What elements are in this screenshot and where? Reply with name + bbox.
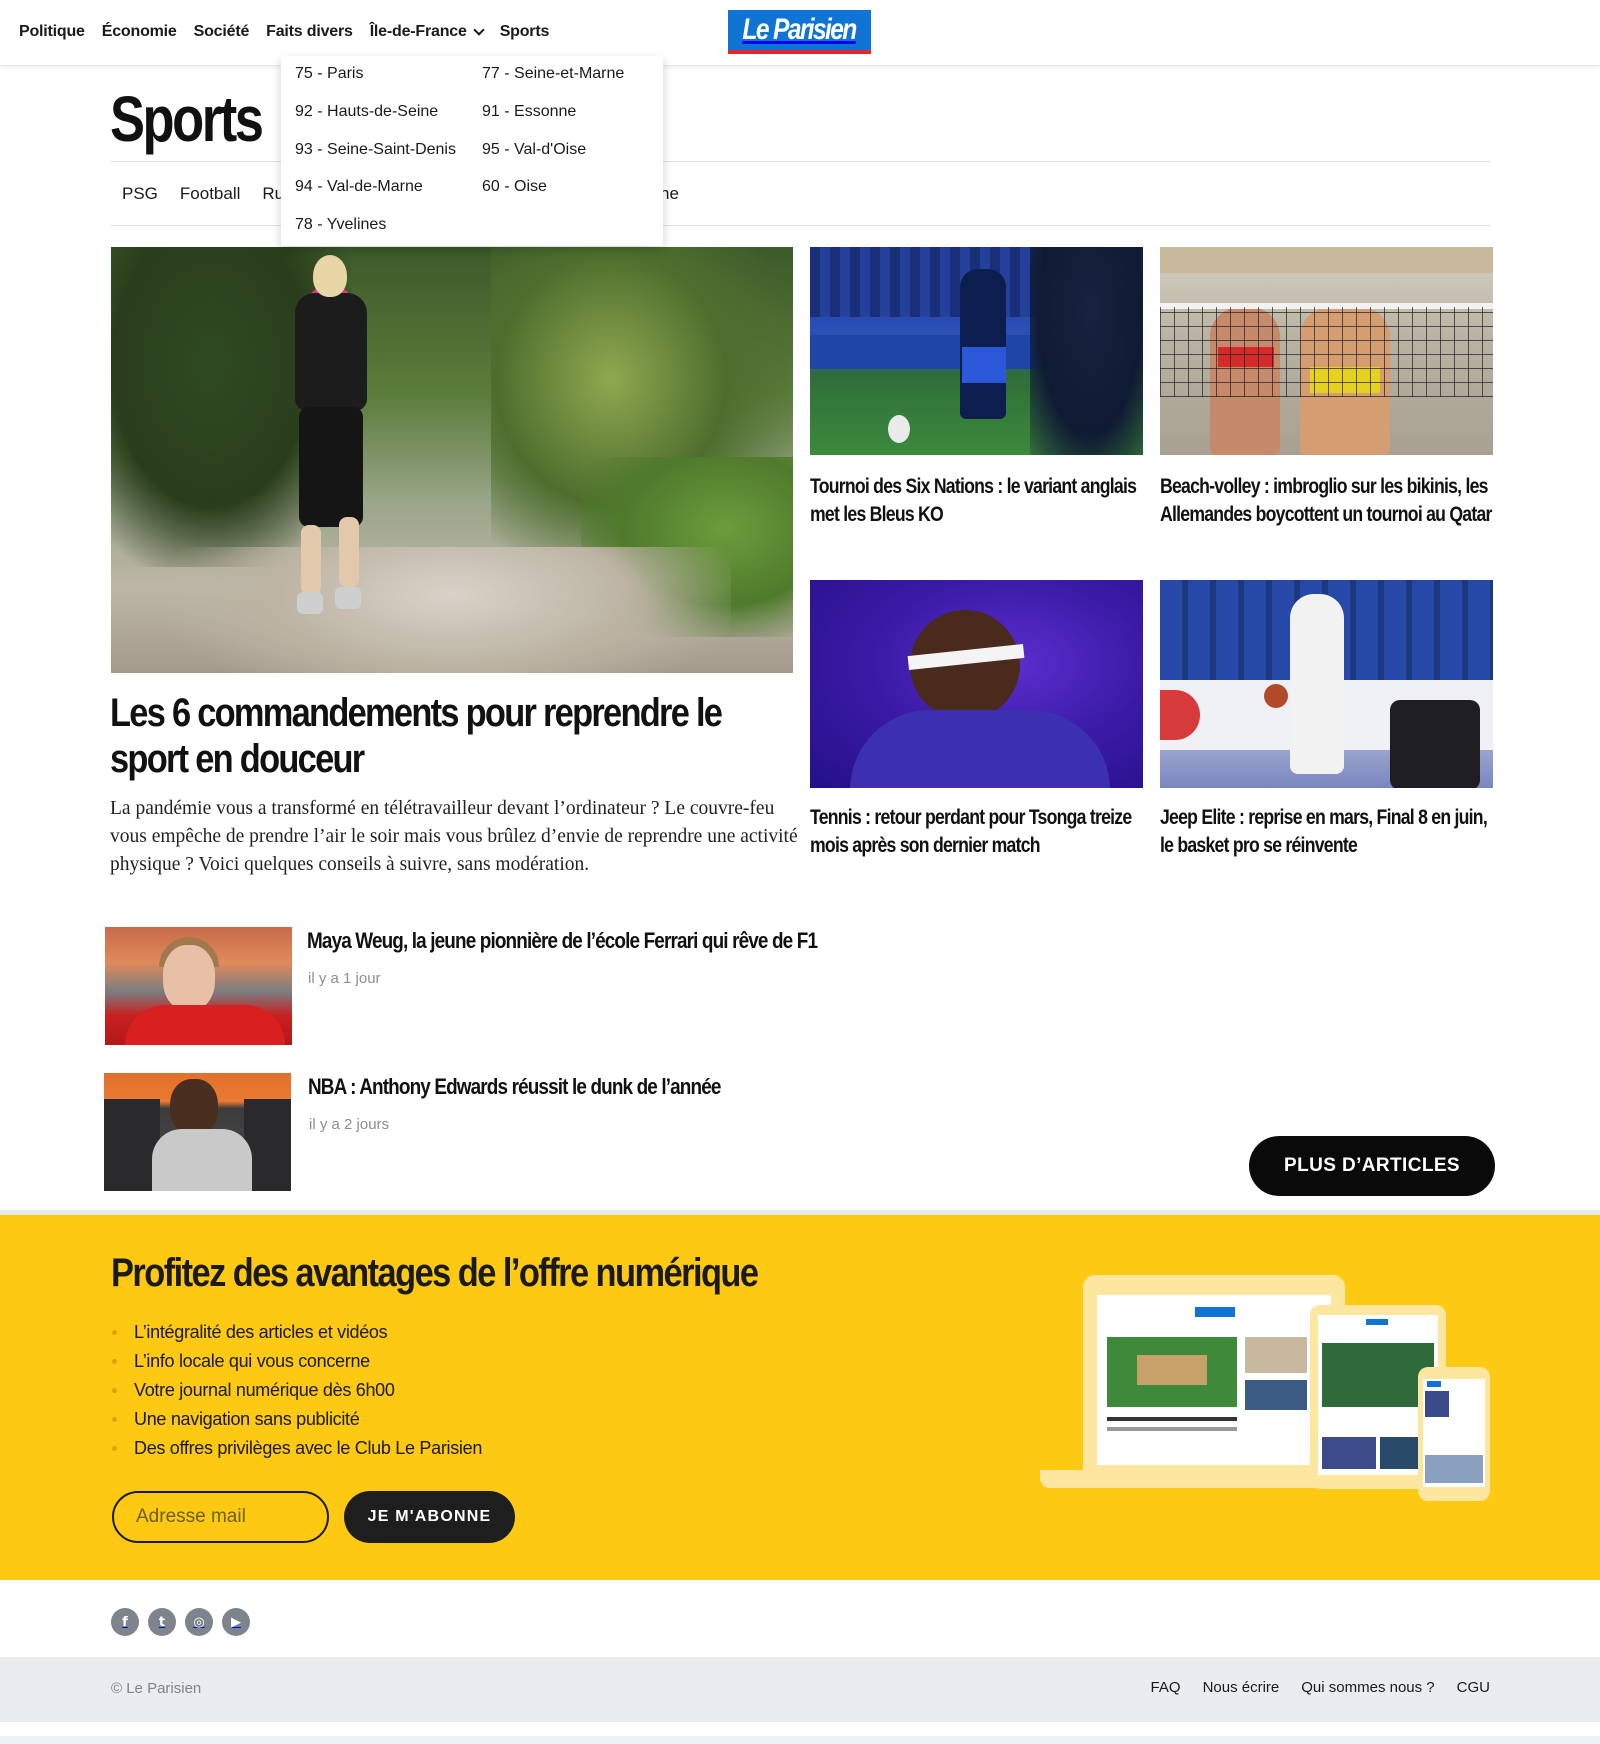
dropdown-item-val-de-marne[interactable]: 94 - Val-de-Marne [295, 178, 423, 196]
card-title-rugby[interactable]: Tournoi des Six Nations : le variant ang… [810, 473, 1146, 529]
top-navigation: Politique Économie Société Faits divers … [0, 0, 1600, 66]
instagram-icon[interactable]: ◎ [185, 1608, 213, 1636]
runner-figure [269, 247, 389, 667]
dropdown-item-paris[interactable]: 75 - Paris [295, 65, 363, 83]
nav-item-societe[interactable]: Société [194, 23, 250, 41]
le-parisien-logo[interactable]: Le Parisien [728, 10, 871, 54]
nav-item-faits-divers[interactable]: Faits divers [266, 23, 353, 41]
promo-benefit: L’intégralité des articles et vidéos [112, 1318, 482, 1347]
card-image-basket[interactable] [1160, 580, 1493, 788]
copyright: © Le Parisien [111, 1680, 202, 1697]
subscribe-button[interactable]: JE M'ABONNE [344, 1491, 515, 1543]
footer-links: FAQ Nous écrire Qui sommes nous ? CGU [1151, 1679, 1490, 1696]
laptop-illustration [1083, 1275, 1345, 1481]
email-field[interactable] [112, 1491, 329, 1543]
page-title: Sports [110, 83, 264, 155]
dropdown-item-yvelines[interactable]: 78 - Yvelines [295, 216, 386, 234]
dropdown-item-oise[interactable]: 60 - Oise [482, 178, 547, 196]
list-item-image-maya[interactable] [105, 927, 292, 1045]
more-articles-button[interactable]: PLUS D’ARTICLES [1249, 1136, 1495, 1196]
card-image-tennis[interactable] [810, 580, 1143, 788]
footer: © Le Parisien FAQ Nous écrire Qui sommes… [0, 1657, 1600, 1722]
subnav-item-psg[interactable]: PSG [122, 184, 158, 204]
promo-benefit: L’info locale qui vous concerne [112, 1347, 482, 1376]
nav-item-sports[interactable]: Sports [500, 23, 550, 41]
main-article-title[interactable]: Les 6 commandements pour reprendre le sp… [110, 690, 789, 782]
social-links: f t ◎ ▶ [111, 1608, 250, 1636]
laptop-base [1040, 1470, 1350, 1488]
twitter-icon[interactable]: t [148, 1608, 176, 1636]
subscription-promo: Profitez des avantages de l’offre numéri… [0, 1215, 1600, 1580]
main-article-description: La pandémie vous a transformé en télétra… [110, 798, 798, 875]
logo-text: Le Parisien [742, 13, 858, 46]
subnav-item-football[interactable]: Football [180, 184, 240, 204]
promo-benefit: Votre journal numérique dès 6h00 [112, 1376, 482, 1405]
footer-link-cgu[interactable]: CGU [1457, 1679, 1490, 1696]
dropdown-item-seine-et-marne[interactable]: 77 - Seine-et-Marne [482, 65, 624, 83]
main-article-image[interactable] [111, 247, 793, 673]
list-item-title[interactable]: NBA : Anthony Edwards réussit le dunk de… [308, 1074, 721, 1100]
nav-item-ile-de-france[interactable]: Île-de-France [369, 23, 485, 41]
bottom-strip [0, 1736, 1600, 1744]
nav-item-ile-de-france-label: Île-de-France [369, 23, 467, 40]
card-image-beach-volley[interactable] [1160, 247, 1493, 455]
card-title-beach-volley[interactable]: Beach-volley : imbroglio sur les bikinis… [1160, 473, 1496, 529]
chevron-down-icon [473, 23, 485, 36]
footer-link-contact[interactable]: Nous écrire [1203, 1679, 1280, 1696]
dropdown-item-essonne[interactable]: 91 - Essonne [482, 103, 576, 121]
main-menu: Politique Économie Société Faits divers … [19, 0, 549, 64]
dropdown-item-val-d-oise[interactable]: 95 - Val-d'Oise [482, 141, 586, 159]
promo-benefit: Des offres privilèges avec le Club Le Pa… [112, 1434, 482, 1463]
footer-link-faq[interactable]: FAQ [1151, 1679, 1181, 1696]
card-image-rugby[interactable] [810, 247, 1143, 455]
dropdown-item-seine-saint-denis[interactable]: 93 - Seine-Saint-Denis [295, 141, 456, 159]
phone-illustration [1418, 1367, 1490, 1501]
ile-de-france-dropdown: 75 - Paris 77 - Seine-et-Marne 92 - Haut… [281, 56, 663, 246]
promo-benefit: Une navigation sans publicité [112, 1405, 482, 1434]
list-item-title[interactable]: Maya Weug, la jeune pionnière de l’école… [307, 928, 818, 954]
card-title-basket[interactable]: Jeep Elite : reprise en mars, Final 8 en… [1160, 804, 1496, 860]
list-item-time: il y a 2 jours [309, 1116, 390, 1133]
promo-benefits-list: L’intégralité des articles et vidéos L’i… [112, 1318, 482, 1463]
list-item-time: il y a 1 jour [308, 970, 381, 987]
list-item-image-nba[interactable] [104, 1073, 291, 1191]
youtube-icon[interactable]: ▶ [222, 1608, 250, 1636]
dropdown-item-hauts-de-seine[interactable]: 92 - Hauts-de-Seine [295, 103, 438, 121]
nav-item-politique[interactable]: Politique [19, 23, 85, 41]
nav-item-economie[interactable]: Économie [102, 23, 177, 41]
promo-title: Profitez des avantages de l’offre numéri… [111, 1251, 759, 1295]
image-path [171, 547, 731, 673]
facebook-icon[interactable]: f [111, 1608, 139, 1636]
footer-link-about[interactable]: Qui sommes nous ? [1301, 1679, 1434, 1696]
card-title-tennis[interactable]: Tennis : retour perdant pour Tsonga trei… [810, 804, 1146, 860]
sports-subnav: PSG Football Rug [122, 184, 294, 204]
